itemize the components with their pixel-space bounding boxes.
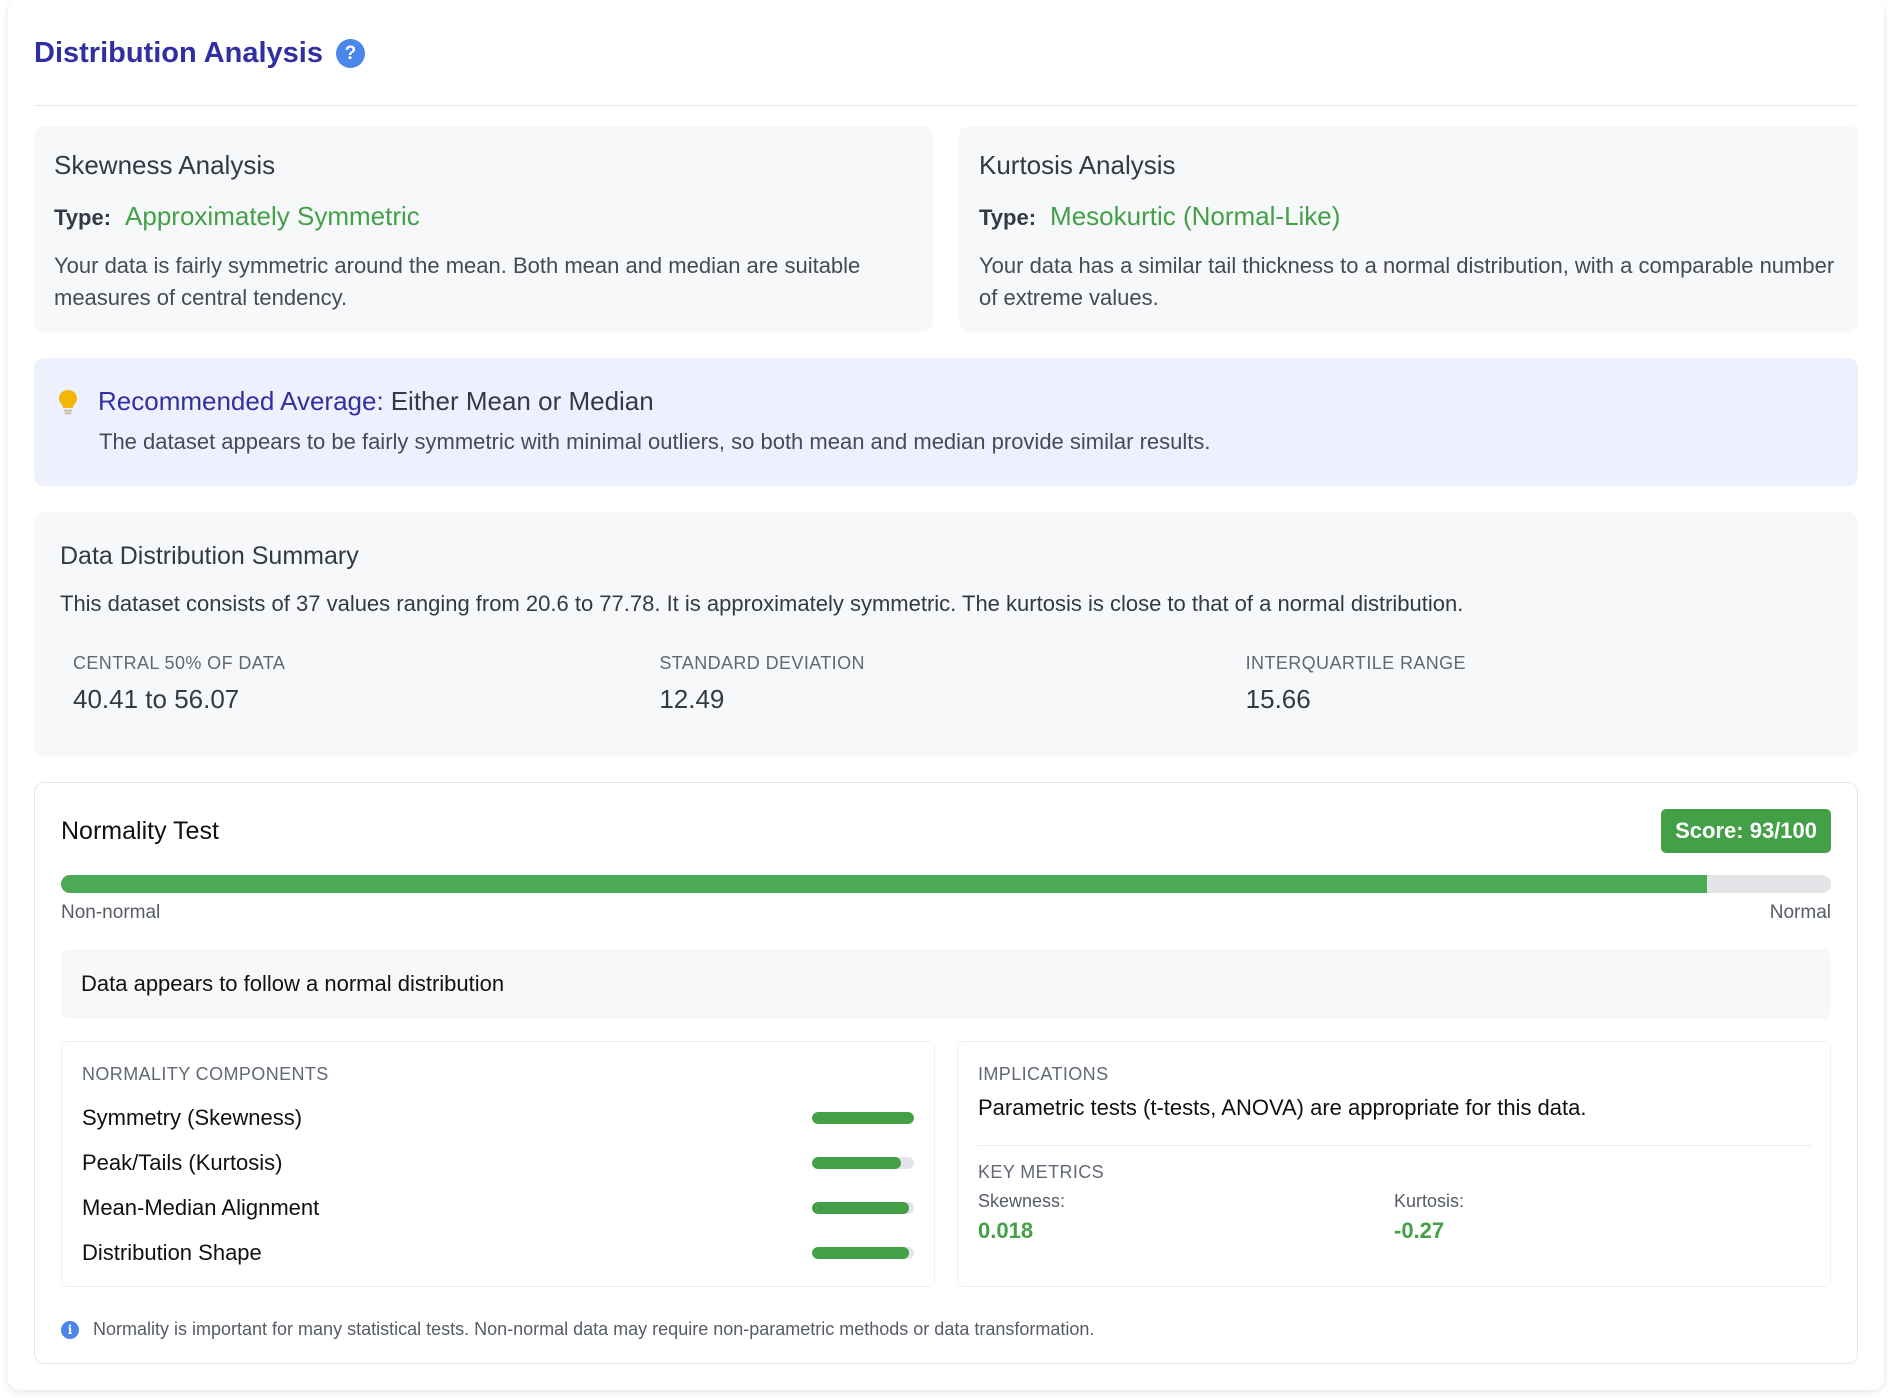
skewness-card: Skewness Analysis Type: Approximately Sy…: [34, 126, 933, 332]
scale-min-label: Non-normal: [61, 902, 161, 923]
component-row: Symmetry (Skewness): [82, 1095, 914, 1140]
footnote-text: Normality is important for many statisti…: [93, 1319, 1095, 1339]
metric-skewness: Skewness: 0.018: [978, 1191, 1394, 1244]
summary-title: Data Distribution Summary: [60, 542, 359, 570]
recommendation-description: The dataset appears to be fairly symmetr…: [99, 429, 1211, 454]
normality-test-card: Normality Test Score: 93/100 Non-normal …: [34, 782, 1858, 1364]
component-row: Distribution Shape: [82, 1230, 914, 1275]
skewness-title: Skewness Analysis: [54, 150, 276, 180]
stat-interquartile-range: INTERQUARTILE RANGE 15.66: [1246, 653, 1832, 715]
component-bar: [812, 1246, 914, 1259]
kurtosis-card: Kurtosis Analysis Type: Mesokurtic (Norm…: [959, 126, 1858, 332]
normality-progress-bar: [61, 875, 1831, 893]
metric-value: 0.018: [978, 1218, 1034, 1243]
stat-value: 40.41 to 56.07: [73, 684, 240, 714]
metric-name: Kurtosis:: [1394, 1191, 1465, 1211]
component-bar: [812, 1201, 914, 1214]
component-name: Symmetry (Skewness): [82, 1104, 303, 1130]
component-bar-fill: [812, 1111, 914, 1124]
stat-label: INTERQUARTILE RANGE: [1245, 653, 1466, 673]
component-name: Distribution Shape: [82, 1239, 262, 1265]
stat-label: CENTRAL 50% OF DATA: [73, 653, 286, 673]
component-bar-fill: [812, 1201, 909, 1214]
metric-name: Skewness:: [978, 1191, 1066, 1211]
scale-max-label: Normal: [1769, 902, 1831, 923]
kurtosis-type-value: Mesokurtic (Normal-Like): [1050, 201, 1341, 231]
components-label: NORMALITY COMPONENTS: [82, 1064, 329, 1084]
skewness-type-value: Approximately Symmetric: [125, 201, 420, 231]
recommendation-label: Recommended Average:: [98, 386, 384, 416]
kurtosis-title: Kurtosis Analysis: [979, 150, 1176, 180]
implications-label: IMPLICATIONS: [978, 1064, 1109, 1084]
info-icon: i: [61, 1320, 79, 1339]
score-badge: Score: 93/100: [1661, 809, 1831, 853]
key-metrics-label: KEY METRICS: [978, 1162, 1105, 1182]
normality-verdict: Data appears to follow a normal distribu…: [61, 949, 1831, 1019]
header: Distribution Analysis ?: [34, 0, 1858, 106]
skewness-description: Your data is fairly symmetric around the…: [54, 253, 861, 310]
recommendation-value: Either Mean or Median: [390, 386, 654, 416]
component-bar: [812, 1156, 914, 1169]
page-title: Distribution Analysis: [34, 37, 323, 69]
stat-value: 12.49: [659, 684, 725, 714]
normality-footnote: i Normality is important for many statis…: [61, 1319, 1094, 1340]
metric-value: -0.27: [1394, 1218, 1445, 1243]
help-icon[interactable]: ?: [335, 39, 365, 68]
kurtosis-description: Your data has a similar tail thickness t…: [979, 253, 1835, 310]
component-name: Peak/Tails (Kurtosis): [82, 1149, 283, 1175]
skewness-type-label: Type:: [54, 205, 112, 230]
normality-components-panel: NORMALITY COMPONENTS Symmetry (Skewness)…: [61, 1041, 935, 1287]
component-row: Peak/Tails (Kurtosis): [82, 1140, 914, 1185]
kurtosis-type-label: Type:: [979, 205, 1037, 230]
component-bar-fill: [812, 1246, 909, 1259]
recommendation-banner: Recommended Average: Either Mean or Medi…: [34, 358, 1858, 486]
implications-text: Parametric tests (t-tests, ANOVA) are ap…: [978, 1095, 1812, 1146]
component-bar: [812, 1111, 914, 1124]
distribution-analysis-card: Distribution Analysis ? Skewness Analysi…: [8, 0, 1884, 1390]
component-bar-fill: [812, 1156, 901, 1169]
stat-value: 15.66: [1245, 684, 1311, 714]
metric-kurtosis: Kurtosis: -0.27: [1394, 1191, 1810, 1244]
stat-standard-deviation: STANDARD DEVIATION 12.49: [659, 653, 1245, 715]
normality-progress-fill: [61, 875, 1708, 893]
component-name: Mean-Median Alignment: [82, 1194, 320, 1220]
implications-panel: IMPLICATIONS Parametric tests (t-tests, …: [957, 1041, 1831, 1287]
component-row: Mean-Median Alignment: [82, 1185, 914, 1230]
distribution-summary: Data Distribution Summary This dataset c…: [34, 512, 1858, 756]
lightbulb-icon: [59, 389, 77, 414]
stat-central-50: CENTRAL 50% OF DATA 40.41 to 56.07: [73, 653, 659, 715]
summary-text: This dataset consists of 37 values rangi…: [60, 591, 1464, 616]
stat-label: STANDARD DEVIATION: [659, 653, 865, 673]
normality-title: Normality Test: [61, 817, 219, 845]
